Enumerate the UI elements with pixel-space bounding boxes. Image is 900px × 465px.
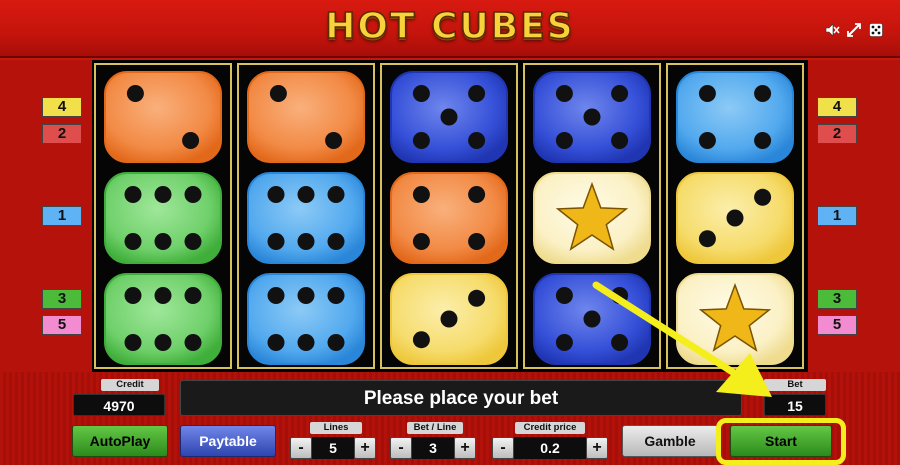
hint-arrow-icon (592, 281, 746, 382)
hint-arrowhead-icon (716, 353, 772, 397)
hint-arrow-overlay (592, 281, 772, 397)
start-highlight-ring (716, 418, 846, 465)
